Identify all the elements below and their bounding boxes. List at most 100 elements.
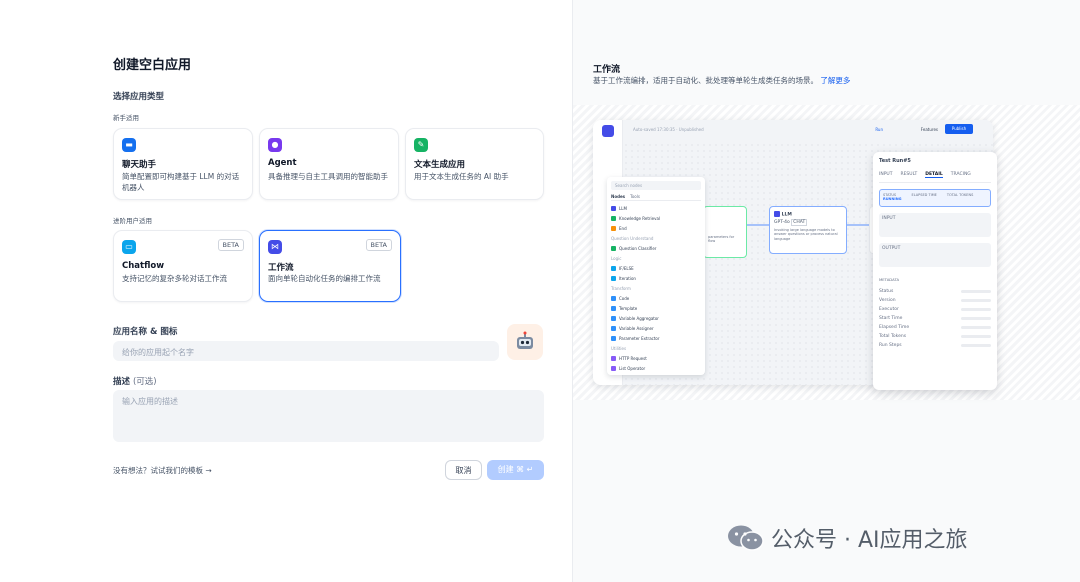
node-type-item: List Operator [611,363,701,373]
type-card-chatflow[interactable]: ▭ BETA Chatflow 支持记忆的复杂多轮对话工作流 [113,230,253,302]
type-title: 工作流 [268,263,294,273]
node-group-label: Transform [611,286,631,291]
metadata-row: Start Time [879,314,991,323]
node-group-label: Question Understand [611,236,654,241]
beta-badge: BETA [217,239,244,251]
app-logo-icon [602,125,614,137]
node-type-item: Parameter Extractor [611,333,701,343]
optional-hint: (可选) [132,377,157,387]
wechat-icon [728,525,764,551]
node-type-item: Variable Assigner [611,323,701,333]
node-type-icon [611,245,616,251]
type-card-chatbot[interactable]: ▬ 聊天助手 简单配置即可构建基于 LLM 的对话机器人 [113,128,253,200]
advanced-group-label: 进阶用户适用 [113,217,152,225]
preview-panel: 工作流 基于工作流编排，适用于自动化、批处理等单轮生成类任务的场景。 了解更多 … [572,0,1080,582]
llm-node: LLM GPT-4o CHAT Invoking large language … [769,206,847,254]
node-type-icon [611,275,616,281]
text-generation-icon: ✎ [414,138,428,152]
type-title: 文本生成应用 [414,160,466,170]
type-title: Chatflow [122,261,165,271]
node-type-item: HTTP Request [611,353,701,363]
output-box: OUTPUT [879,243,991,267]
workflow-topbar: Auto-saved 17:30:35 · Unpublished Run Fe… [623,120,993,142]
node-type-icon [611,295,616,301]
choose-type-label: 选择应用类型 [113,92,165,102]
node-type-item: Question Classifier [611,243,701,253]
chat-bubble-icon: ▬ [122,138,136,152]
node-group-label: Logic [611,256,622,261]
type-desc: 简单配置即可构建基于 LLM 的对话机器人 [122,172,240,192]
node-type-icon [611,305,616,311]
preview-desc: 基于工作流编排，适用于自动化、批处理等单轮生成类任务的场景。 了解更多 [593,76,851,85]
node-type-icon [611,205,616,211]
node-type-item: Variable Aggregator [611,313,701,323]
type-card-text-generation[interactable]: ✎ 文本生成应用 用于文本生成任务的 AI 助手 [405,128,544,200]
type-card-agent[interactable]: ● Agent 具备推理与自主工具调用的智能助手 [259,128,399,200]
run-status-box: STATUS RUNNING ELAPSED TIME TOTAL TOKENS [879,189,991,207]
input-box: INPUT [879,213,991,237]
create-button[interactable]: 创建 ⌘ ↵ [487,460,544,480]
app-icon-picker[interactable] [507,324,543,360]
node-type-icon [611,355,616,361]
robot-icon [517,331,533,349]
node-search: Search nodes [611,181,701,190]
test-run-tabs: INPUT RESULT DETAIL TRACING [879,172,991,183]
type-title: 聊天助手 [122,160,157,170]
autosave-status: Auto-saved 17:30:35 · Unpublished [633,127,704,132]
modal-title: 创建空白应用 [113,58,192,73]
app-name-input[interactable]: 给你的应用起个名字 [113,341,499,361]
run-button: Run [875,127,883,132]
metadata-row: Executor [879,305,991,314]
agent-robot-icon: ● [268,138,282,152]
node-type-item: End [611,223,701,233]
type-title: Agent [268,158,297,168]
cancel-button[interactable]: 取消 [445,460,482,480]
chatflow-icon: ▭ [122,240,136,254]
template-link[interactable]: 没有想法？试试我们的模板 → [113,465,212,476]
watermark: 公众号 · AI应用之旅 [727,522,968,554]
learn-more-link[interactable]: 了解更多 [820,76,850,85]
desc-label: 描述 (可选) [113,377,157,387]
workflow-icon: ⋈ [268,240,282,254]
metadata-row: Run Steps [879,341,991,350]
type-desc: 面向单轮自动化任务的编排工作流 [268,274,381,283]
node-type-icon [611,225,616,231]
beta-badge: BETA [365,239,392,251]
test-run-title: Test Run#5 [879,158,911,164]
type-desc: 用于文本生成任务的 AI 助手 [414,172,509,181]
type-card-workflow[interactable]: ⋈ BETA 工作流 面向单轮自动化任务的编排工作流 [259,230,401,302]
beginner-group-label: 新手适用 [113,114,139,122]
name-icon-label: 应用名称 & 图标 [113,327,178,337]
features-button: Features [920,127,938,132]
node-type-icon [611,335,616,341]
node-type-item: Template [611,303,701,313]
metadata-heading: METADATA [879,277,900,282]
node-type-item: Code [611,293,701,303]
test-run-panel: Test Run#5 INPUT RESULT DETAIL TRACING S… [873,152,997,390]
node-type-item: LLM [611,203,701,213]
edge-lines [747,224,869,226]
metadata-row: Version [879,296,991,305]
node-type-icon [611,315,616,321]
create-app-modal: 创建空白应用 选择应用类型 新手适用 ▬ 聊天助手 简单配置即可构建基于 LLM… [0,0,572,582]
node-group-label: Utilities [611,346,627,351]
node-type-icon [611,215,616,221]
app-desc-textarea[interactable]: 输入应用的描述 [113,390,544,442]
node-type-item: Knowledge Retrieval [611,213,701,223]
node-type-icon [611,265,616,271]
node-type-icon [611,365,616,371]
node-groups: LLM Knowledge Retrieval End Question Unders… [611,203,701,373]
node-type-item: Iteration [611,273,701,283]
node-type-item: IF/ELSE [611,263,701,273]
metadata-row: Status [879,287,991,296]
preview-title: 工作流 [593,65,621,75]
type-desc: 支持记忆的复杂多轮对话工作流 [122,274,227,283]
type-desc: 具备推理与自主工具调用的智能助手 [268,172,388,181]
node-type-icon [611,325,616,331]
start-node: parameters for flow [703,206,747,258]
node-picker-panel: Search nodes Nodes Tools LLM Knowledge Ret… [607,177,705,375]
publish-button: Publish [945,124,973,134]
metadata-row: Total Tokens [879,332,991,341]
metadata-row: Elapsed Time [879,323,991,332]
metadata-rows: Status Version Executor Start Time Elapsed T… [879,287,991,350]
